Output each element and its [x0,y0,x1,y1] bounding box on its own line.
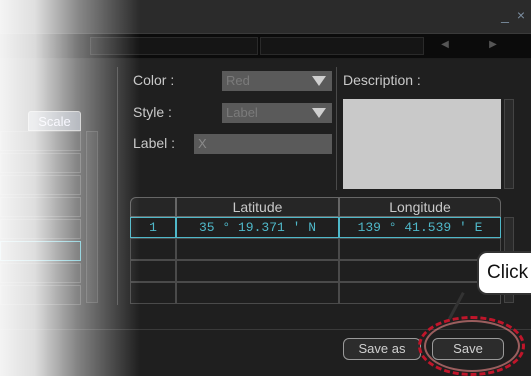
route-edit-window: _ × ◀ ▶ Scale Color : Red Style : Label … [0,0,531,376]
next-arrow-icon[interactable]: ▶ [484,37,502,53]
divider [336,67,337,190]
chevron-down-icon [312,76,326,86]
window-controls[interactable]: _ × [501,7,527,23]
list-item[interactable] [0,219,81,239]
table-cell-longitude[interactable]: 139 ° 41.539 ' E [339,217,501,238]
list-item[interactable] [0,197,81,217]
table-row[interactable] [176,238,339,260]
column-header-longitude: Longitude [339,197,501,217]
color-dropdown[interactable]: Red [222,71,332,91]
tab-scale[interactable]: Scale [28,111,81,131]
column-header-latitude: Latitude [176,197,339,217]
style-dropdown-value: Label [226,105,258,120]
list-item[interactable] [0,285,81,305]
chevron-down-icon [312,108,326,118]
click-callout: Click [477,251,531,295]
label-input[interactable]: X [194,134,332,154]
toolbar: ◀ ▶ [0,34,531,58]
column-header-index [130,197,176,217]
list-item[interactable] [0,263,81,283]
divider [117,67,118,305]
list-item[interactable] [0,153,81,173]
title-bar: _ × [0,0,531,34]
list-item-selected[interactable] [0,241,81,261]
table-cell-latitude[interactable]: 35 ° 19.371 ' N [176,217,339,238]
table-cell-index[interactable]: 1 [130,217,176,238]
list-item[interactable] [0,175,81,195]
table-row[interactable] [130,260,176,282]
color-label: Color : [133,72,175,88]
table-row[interactable] [130,282,176,304]
style-dropdown[interactable]: Label [222,103,332,123]
style-label: Style : [133,104,172,120]
table-row[interactable] [176,282,339,304]
label-label: Label : [133,135,176,151]
description-textarea[interactable] [343,99,501,189]
save-as-button[interactable]: Save as [343,338,421,360]
table-row[interactable] [130,238,176,260]
description-scrollbar[interactable] [504,99,514,189]
toolbar-field [260,37,424,55]
table-row[interactable] [176,260,339,282]
prev-arrow-icon[interactable]: ◀ [436,37,454,53]
color-dropdown-value: Red [226,73,250,88]
left-list-scrollbar[interactable] [86,131,98,303]
toolbar-field [90,37,258,55]
description-label: Description : [343,72,421,88]
list-item[interactable] [0,131,81,151]
annotation-ring [418,316,525,376]
